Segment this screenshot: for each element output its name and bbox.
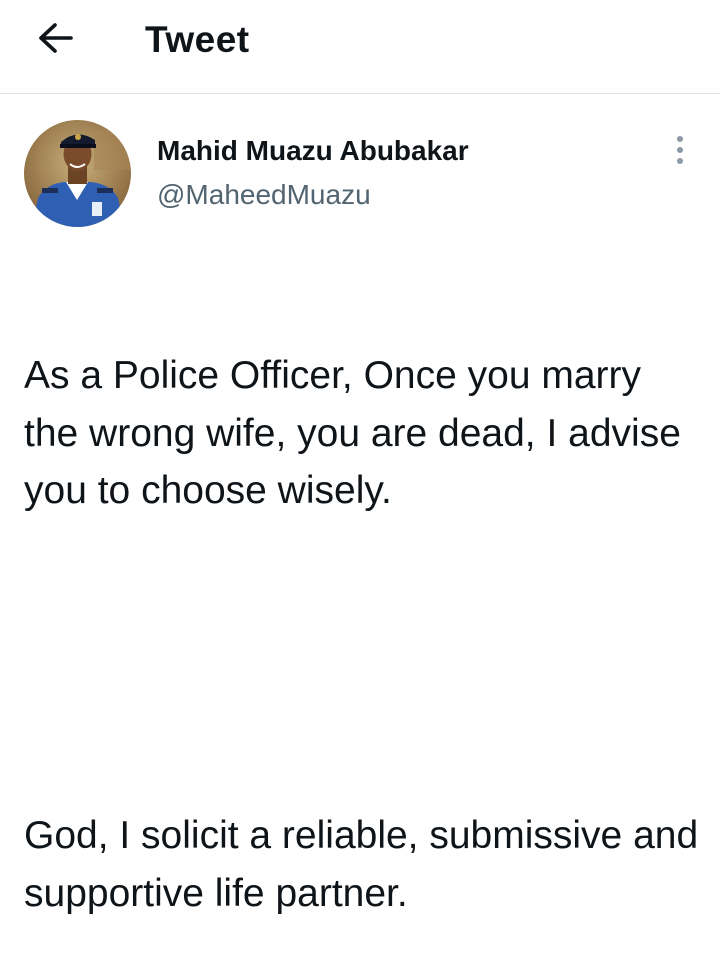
author-name[interactable]: Mahid Muazu Abubakar: [157, 134, 469, 168]
page-title: Tweet: [145, 19, 250, 60]
back-button[interactable]: [30, 18, 82, 62]
more-options-button[interactable]: [662, 130, 698, 174]
tweet-paragraph: As a Police Officer, Once you marry the …: [24, 354, 692, 512]
top-app-bar: Tweet: [0, 0, 720, 94]
tweet-paragraph: God, I solicit a reliable, submissive an…: [24, 814, 709, 915]
arrow-left-icon: [37, 22, 75, 59]
tweet-text: As a Police Officer, Once you marry the …: [24, 232, 704, 980]
author-handle[interactable]: @MaheedMuazu: [157, 178, 371, 212]
more-vertical-icon: [676, 135, 684, 170]
avatar[interactable]: [24, 120, 131, 227]
